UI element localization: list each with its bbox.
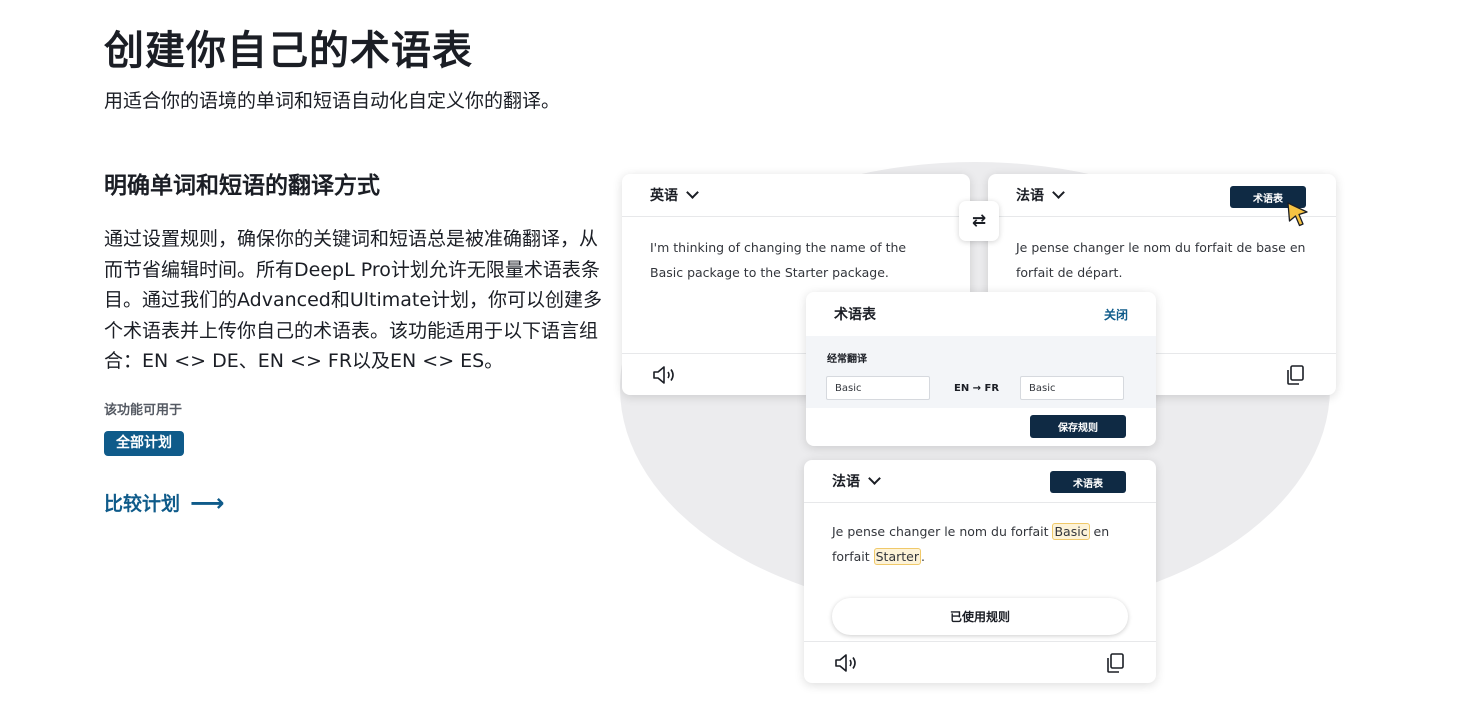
- arrow-right-icon: ⟶: [190, 488, 225, 517]
- target-text[interactable]: Je pense changer le nom du forfait de ba…: [988, 217, 1336, 303]
- chevron-down-icon: [686, 186, 699, 199]
- target-card-header: 法语 术语表: [988, 174, 1336, 217]
- compare-plans-link[interactable]: 比较计划 ⟶: [104, 489, 224, 516]
- speaker-icon[interactable]: [652, 365, 678, 385]
- result-glossary-button[interactable]: 术语表: [1050, 471, 1126, 493]
- speaker-icon[interactable]: [834, 653, 860, 673]
- result-language-label: 法语: [832, 474, 860, 490]
- glossary-highlight: Basic: [1052, 523, 1090, 540]
- glossary-section-label: 经常翻译: [827, 354, 867, 365]
- glossary-target-input[interactable]: [1020, 376, 1124, 400]
- glossary-highlight: Starter: [873, 548, 921, 565]
- result-card-footer: [804, 641, 1156, 683]
- result-text-part: Je pense changer le nom du forfait: [832, 524, 1053, 539]
- chevron-down-icon: [868, 472, 881, 485]
- source-language-label: 英语: [650, 188, 678, 204]
- glossary-panel: 术语表 关闭 经常翻译 EN → FR 保存规则: [806, 292, 1156, 446]
- page-subtitle: 用适合你的语境的单词和短语自动化自定义你的翻译。: [104, 90, 561, 112]
- glossary-rule-editor: 经常翻译 EN → FR: [806, 336, 1156, 408]
- result-text-part: .: [920, 549, 925, 564]
- chevron-down-icon: [1052, 186, 1065, 199]
- feature-title: 明确单词和短语的翻译方式: [104, 173, 380, 199]
- source-text[interactable]: I'm thinking of changing the name of the…: [622, 217, 970, 303]
- glossary-panel-header: 术语表 关闭: [806, 292, 1156, 336]
- rules-applied-button[interactable]: 已使用规则: [832, 598, 1128, 635]
- save-rule-button[interactable]: 保存规则: [1030, 415, 1126, 438]
- result-text[interactable]: Je pense changer le nom du forfait Basic…: [804, 503, 1156, 587]
- target-language-selector[interactable]: 法语: [1016, 185, 1065, 205]
- compare-plans-label: 比较计划: [104, 493, 181, 515]
- result-language-selector[interactable]: 法语: [832, 471, 881, 491]
- glossary-panel-title: 术语表: [834, 307, 876, 323]
- source-card-header: 英语: [622, 174, 970, 217]
- copy-icon[interactable]: [1284, 364, 1306, 386]
- mouse-cursor-icon: [1287, 202, 1308, 227]
- swap-languages-button[interactable]: ⇄: [959, 201, 999, 241]
- target-language-label: 法语: [1016, 188, 1044, 204]
- glossary-language-pair: EN → FR: [954, 383, 1000, 394]
- page-title: 创建你自己的术语表: [104, 28, 473, 74]
- copy-icon[interactable]: [1104, 652, 1126, 674]
- swap-icon: ⇄: [971, 211, 987, 231]
- source-language-selector[interactable]: 英语: [650, 185, 699, 205]
- availability-label: 该功能可用于: [104, 403, 183, 418]
- glossary-close-button[interactable]: 关闭: [1104, 306, 1128, 323]
- all-plans-badge: 全部计划: [104, 431, 184, 456]
- result-text-card: 法语 术语表 Je pense changer le nom du forfai…: [804, 460, 1156, 683]
- glossary-source-input[interactable]: [826, 376, 930, 400]
- feature-description: 通过设置规则，确保你的关键词和短语总是被准确翻译，从而节省编辑时间。所有Deep…: [104, 228, 603, 372]
- result-card-header: 法语 术语表: [804, 460, 1156, 503]
